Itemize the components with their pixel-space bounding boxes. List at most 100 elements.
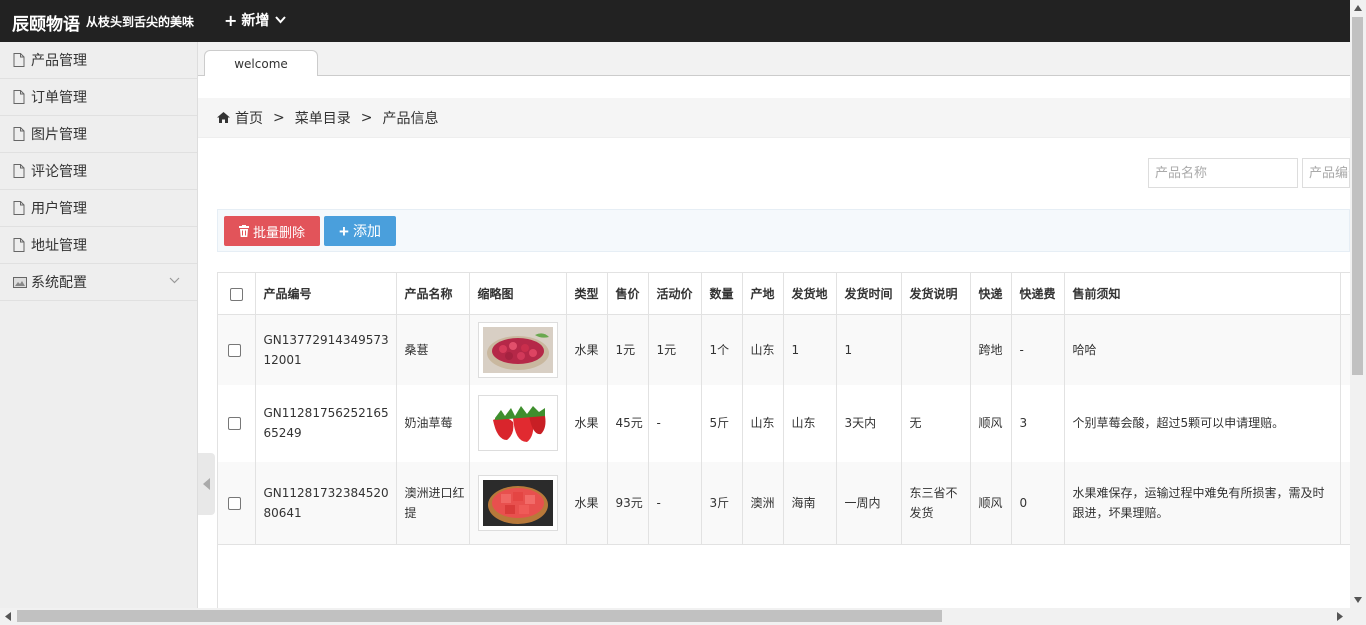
cell-qty: 1个 (701, 314, 743, 385)
product-table-container: 产品编号 产品名称 缩略图 类型 售价 活动价 数量 产地 发货地 发货时间 发… (217, 272, 1350, 608)
caret-left-icon (203, 478, 210, 490)
table-header-row: 产品编号 产品名称 缩略图 类型 售价 活动价 数量 产地 发货地 发货时间 发… (218, 272, 1350, 315)
column-header[interactable]: 类型 (566, 272, 608, 315)
table-row[interactable]: GN1128175625216565249 奶油草莓 水果 45元 - 5斤 山… (218, 384, 1350, 462)
select-all-checkbox[interactable] (229, 287, 243, 301)
file-icon (13, 90, 25, 104)
row-select-cell (218, 384, 256, 462)
strawberry-image[interactable] (477, 395, 558, 451)
sidebar-item-users[interactable]: 用户管理 (0, 190, 197, 227)
add-label: 添加 (352, 223, 381, 239)
image-icon (13, 276, 27, 288)
cell-price: 1元 (607, 314, 649, 385)
scroll-right-arrow-icon[interactable] (1337, 612, 1343, 621)
cell-promo: 1元 (648, 314, 702, 385)
column-header[interactable]: 数量 (701, 272, 743, 315)
trash-icon (238, 225, 249, 237)
cell-origin: 山东 (742, 314, 784, 385)
cell-promo: - (648, 461, 702, 545)
add-button[interactable]: + 添加 (324, 216, 396, 246)
cell-qty: 5斤 (701, 384, 743, 462)
cell-code: GN1128175625216565249 (255, 384, 397, 462)
scroll-down-arrow-icon[interactable] (1354, 597, 1362, 603)
tab-welcome[interactable]: welcome (204, 50, 318, 76)
product-name-search-input[interactable] (1148, 158, 1298, 188)
cell-notice: 水果难保存，运输过程中难免有所损害，需及时跟进，坏果理赔。 (1064, 461, 1341, 545)
new-dropdown-button[interactable]: + 新增 (224, 10, 287, 30)
file-icon (13, 164, 25, 178)
cell-name: 澳洲进口红提 (396, 461, 470, 545)
column-header[interactable]: 发货说明 (901, 272, 971, 315)
batch-delete-label: 批量删除 (252, 224, 305, 240)
cell-code: GN1128173238452080641 (255, 461, 397, 545)
table-row[interactable]: GN1128173238452080641 澳洲进口红提 水果 93元 - 3斤… (218, 461, 1350, 545)
column-header[interactable]: 快递 (970, 272, 1012, 315)
column-header[interactable]: 缩略图 (469, 272, 567, 315)
scroll-up-arrow-icon[interactable] (1354, 5, 1362, 11)
sidebar-item-label: 用户管理 (31, 201, 87, 217)
row-select-cell (218, 314, 256, 385)
column-header[interactable]: 售价 (607, 272, 649, 315)
sidebar-item-products[interactable]: 产品管理 (0, 42, 197, 79)
chevron-down-icon (275, 16, 287, 24)
file-icon (13, 201, 25, 215)
brand-slogan: 从枝头到舌尖的美味 (86, 15, 195, 29)
sidebar-item-images[interactable]: 图片管理 (0, 116, 197, 153)
batch-delete-button[interactable]: 批量删除 (224, 216, 320, 246)
table-row[interactable]: GN1377291434957312001 桑葚 水果 1元 1元 1个 山东 … (218, 314, 1350, 385)
cell-type: 水果 (566, 461, 608, 545)
horizontal-scrollbar[interactable] (0, 608, 1350, 625)
column-header[interactable]: 产地 (742, 272, 784, 315)
horizontal-scrollbar-thumb[interactable] (17, 610, 942, 622)
breadcrumb-home[interactable]: 首页 (235, 108, 263, 128)
breadcrumb-separator: > (273, 109, 285, 126)
mulberry-image[interactable] (477, 321, 558, 378)
column-header[interactable]: 产品名称 (396, 272, 470, 315)
brand-title[interactable]: 辰颐物语 (12, 10, 80, 35)
cell-thumb (469, 461, 567, 545)
cell-name: 奶油草莓 (396, 384, 470, 462)
column-header[interactable]: 发货地 (783, 272, 837, 315)
sidebar-item-orders[interactable]: 订单管理 (0, 79, 197, 116)
row-checkbox[interactable] (227, 343, 241, 357)
vertical-scrollbar-thumb[interactable] (1352, 17, 1363, 375)
sidebar-item-addresses[interactable]: 地址管理 (0, 227, 197, 264)
cell-price: 93元 (607, 461, 649, 545)
sidebar-item-label: 评论管理 (31, 164, 87, 180)
sidebar-item-system-config[interactable]: 系统配置 (0, 264, 197, 301)
column-header[interactable]: 产品编号 (255, 272, 397, 315)
breadcrumb-menu[interactable]: 菜单目录 (295, 108, 351, 128)
cell-fee: 3 (1011, 384, 1065, 462)
cell-fee: - (1011, 314, 1065, 385)
column-header[interactable]: 发货时间 (836, 272, 902, 315)
home-icon (217, 112, 230, 123)
tab-bar: welcome (198, 42, 1350, 76)
scroll-left-arrow-icon[interactable] (5, 612, 11, 621)
breadcrumb-current: 产品信息 (382, 110, 439, 127)
row-checkbox[interactable] (227, 417, 241, 430)
column-header[interactable]: 活动价 (648, 272, 702, 315)
new-label: 新增 (241, 13, 270, 29)
row-select-cell (218, 461, 256, 545)
cell-qty: 3斤 (701, 461, 743, 545)
cell-ship-note: 无 (901, 384, 971, 462)
sidebar-item-comments[interactable]: 评论管理 (0, 153, 197, 190)
cell-code: GN1377291434957312001 (255, 314, 397, 385)
cell-price: 45元 (607, 384, 649, 462)
cell-type: 水果 (566, 314, 608, 385)
cell-fee: 0 (1011, 461, 1065, 545)
sidebar-collapse-handle[interactable] (198, 453, 215, 515)
breadcrumb-separator: > (360, 109, 373, 126)
cell-origin: 山东 (742, 384, 784, 462)
sidebar-item-label: 订单管理 (31, 90, 87, 106)
column-header[interactable]: 快递费 (1011, 272, 1065, 315)
row-checkbox[interactable] (227, 496, 241, 510)
vertical-scrollbar[interactable] (1350, 0, 1366, 625)
watermelon-image[interactable] (477, 474, 558, 531)
column-header[interactable]: 售前须知 (1064, 272, 1341, 315)
product-code-search-input[interactable] (1302, 158, 1350, 188)
product-table: 产品编号 产品名称 缩略图 类型 售价 活动价 数量 产地 发货地 发货时间 发… (218, 272, 1350, 545)
cell-name: 桑葚 (396, 314, 470, 385)
cell-ship-time: 1 (836, 314, 902, 385)
cell-ship-time: 一周内 (836, 461, 902, 545)
